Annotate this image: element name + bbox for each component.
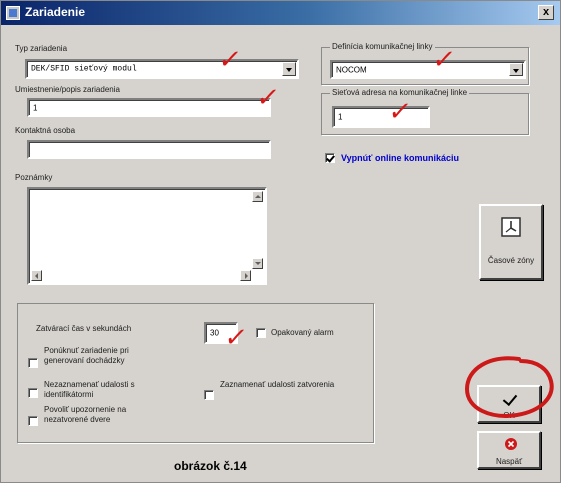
clock-icon bbox=[501, 217, 521, 237]
network-address-input[interactable]: 1 bbox=[332, 106, 430, 128]
closing-time-label: Zatvárací čas v sekundách bbox=[36, 324, 132, 333]
close-button[interactable]: x bbox=[538, 5, 554, 20]
figure-caption: obrázok č.14 bbox=[174, 459, 247, 473]
comm-line-group: Definícia komunikačnej linky NOCOM bbox=[321, 42, 529, 85]
location-label: Umiestnenie/popis zariadenia bbox=[15, 85, 120, 94]
lock-settings-group: Zatvárací čas v sekundách 30 Opakovaný a… bbox=[17, 303, 374, 443]
disable-online-label[interactable]: Vypnúť online komunikáciu bbox=[341, 153, 459, 163]
no-record-id-events-checkbox[interactable] bbox=[28, 388, 38, 398]
back-label: Naspäť bbox=[495, 457, 523, 466]
repeated-alarm-checkbox[interactable] bbox=[256, 328, 266, 338]
network-address-label: Sieťová adresa na komunikačnej linke bbox=[330, 88, 470, 97]
offer-attendance-checkbox[interactable] bbox=[28, 358, 38, 368]
annotation-circle bbox=[464, 356, 554, 418]
notes-textarea[interactable] bbox=[27, 187, 267, 285]
repeated-alarm-label[interactable]: Opakovaný alarm bbox=[271, 328, 334, 337]
back-button[interactable]: Naspäť bbox=[477, 431, 541, 469]
annotation-tick: ✓ bbox=[222, 323, 250, 353]
scroll-down-icon[interactable] bbox=[252, 258, 263, 269]
app-icon bbox=[6, 6, 20, 20]
unclosed-door-warning-checkbox[interactable] bbox=[28, 416, 38, 426]
chevron-down-icon[interactable] bbox=[282, 62, 296, 76]
annotation-tick: ✓ bbox=[430, 45, 458, 75]
contact-label: Kontaktná osoba bbox=[15, 126, 76, 135]
cancel-icon bbox=[505, 438, 517, 450]
comm-line-value: NOCOM bbox=[336, 65, 367, 74]
unclosed-door-warning-label[interactable]: Povoliť upozornenie na nezatvorené dvere bbox=[44, 405, 170, 425]
scroll-up-icon[interactable] bbox=[252, 191, 263, 202]
record-closing-events-label[interactable]: Zaznamenať udalosti zatvorenia bbox=[220, 380, 360, 390]
dialog-window: Zariadenie x Typ zariadenia DEK/SFID sie… bbox=[0, 0, 561, 483]
offer-attendance-label[interactable]: Ponúknuť zariadenie pri generovaní dochá… bbox=[44, 346, 170, 366]
network-address-group: Sieťová adresa na komunikačnej linke 1 bbox=[321, 88, 529, 135]
scroll-left-icon[interactable] bbox=[31, 270, 42, 281]
notes-label: Poznámky bbox=[15, 173, 53, 182]
time-zones-button[interactable]: Časové zóny bbox=[479, 204, 543, 280]
no-record-id-events-label[interactable]: Nezaznamenať udalosti s identifikátormi bbox=[44, 380, 170, 400]
location-value: 1 bbox=[33, 103, 38, 112]
window-title: Zariadenie bbox=[25, 5, 86, 19]
comm-line-label: Definícia komunikačnej linky bbox=[330, 42, 435, 51]
closing-time-value: 30 bbox=[210, 328, 219, 338]
chevron-down-icon[interactable] bbox=[509, 63, 523, 76]
annotation-tick: ✓ bbox=[254, 83, 282, 113]
comm-line-select[interactable]: NOCOM bbox=[330, 60, 526, 79]
disable-online-checkbox[interactable] bbox=[325, 153, 335, 163]
scroll-right-icon[interactable] bbox=[240, 270, 251, 281]
device-type-value: DEK/SFID sieťový modul bbox=[31, 64, 137, 74]
title-bar: Zariadenie x bbox=[1, 1, 560, 25]
time-zones-label: Časové zóny bbox=[487, 256, 535, 265]
record-closing-events-checkbox[interactable] bbox=[204, 390, 214, 400]
contact-input[interactable] bbox=[27, 140, 271, 159]
network-address-value: 1 bbox=[338, 112, 343, 122]
annotation-tick: ✓ bbox=[386, 97, 414, 127]
annotation-tick: ✓ bbox=[216, 45, 244, 75]
location-input[interactable]: 1 bbox=[27, 98, 271, 117]
device-type-label: Typ zariadenia bbox=[15, 44, 68, 53]
device-type-select[interactable]: DEK/SFID sieťový modul bbox=[25, 59, 299, 79]
